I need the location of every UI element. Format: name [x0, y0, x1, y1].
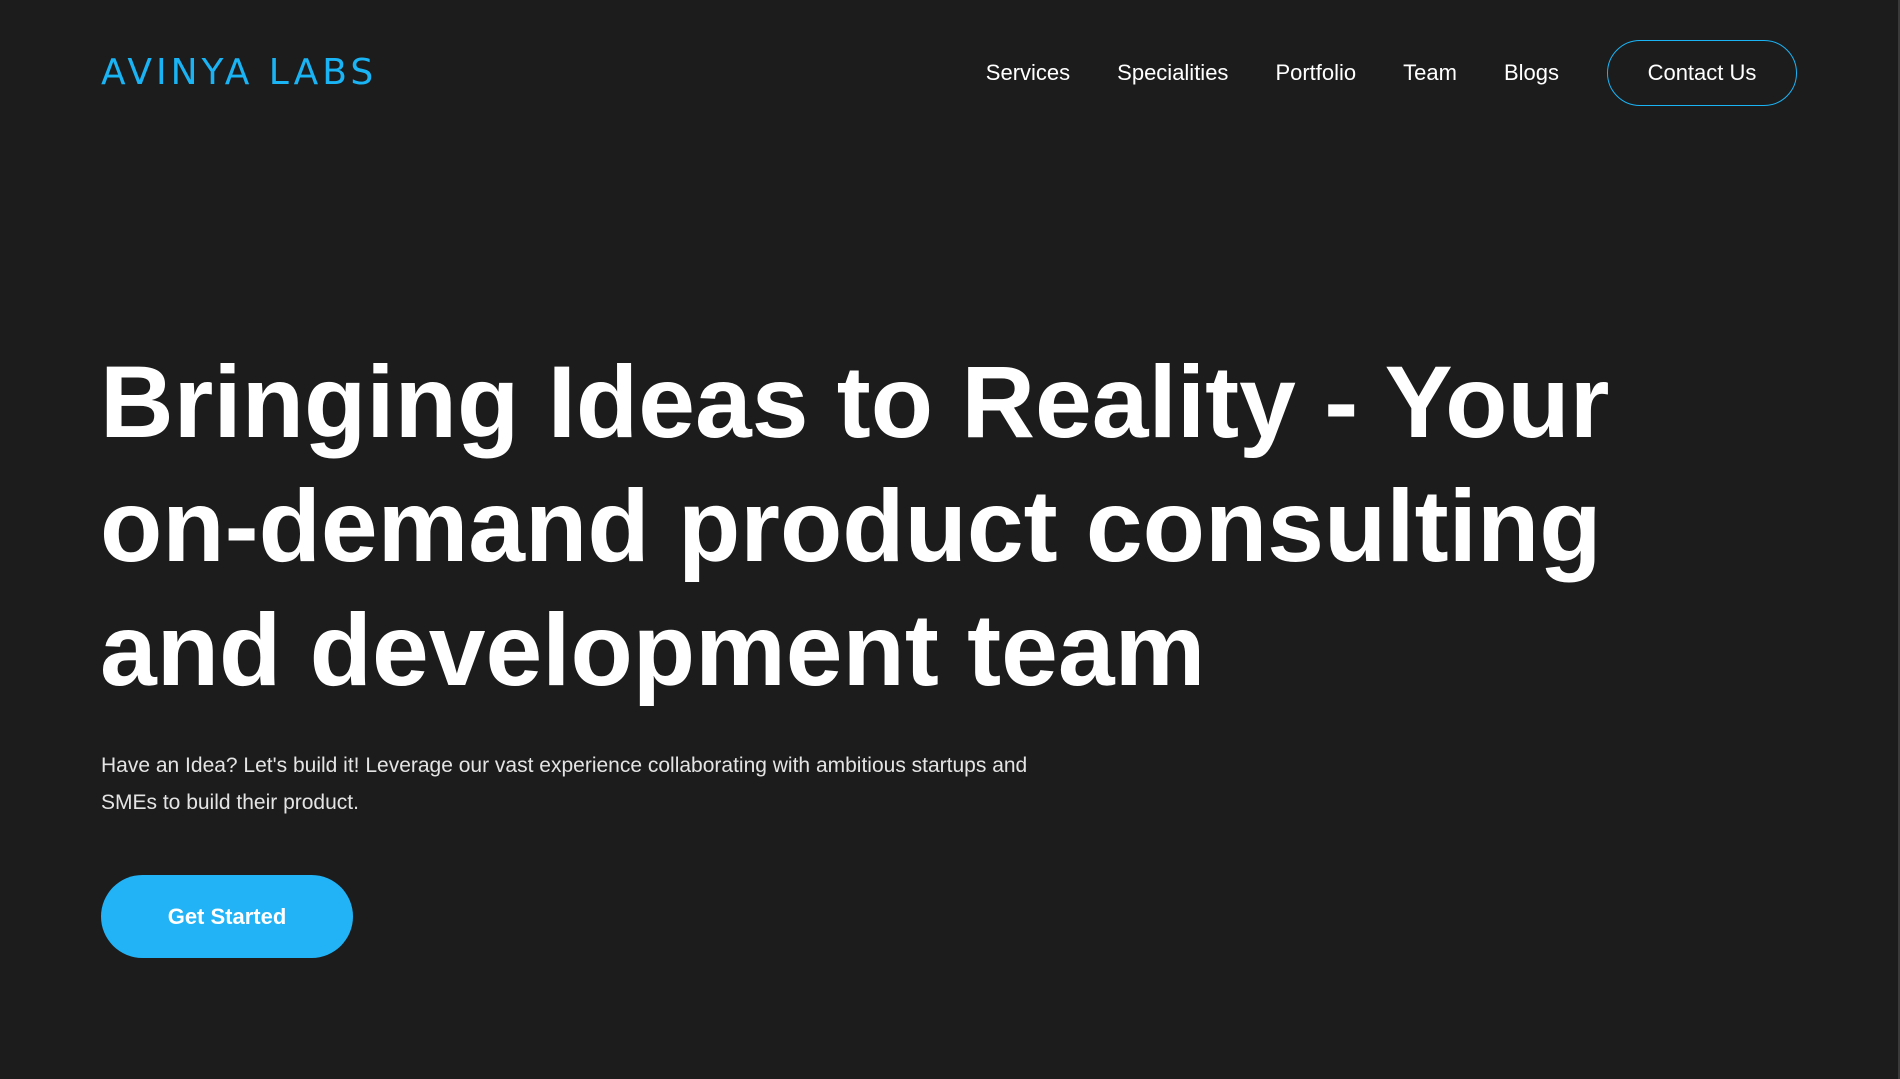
logo-link[interactable]: AVINYA LABS — [101, 55, 377, 91]
hero-title: Bringing Ideas to Reality - Your on-dema… — [100, 345, 1610, 707]
landing-page: AVINYA LABS Services Specialities Portfo… — [0, 0, 1900, 1079]
nav-link-team[interactable]: Team — [1403, 60, 1457, 86]
get-started-button[interactable]: Get Started — [101, 875, 353, 958]
site-header: AVINYA LABS Services Specialities Portfo… — [101, 40, 1797, 106]
contact-us-button[interactable]: Contact Us — [1607, 40, 1797, 106]
main-nav: Services Specialities Portfolio Team Blo… — [986, 40, 1797, 106]
nav-link-portfolio[interactable]: Portfolio — [1275, 60, 1356, 86]
brand-logo: AVINYA LABS — [101, 52, 378, 93]
nav-link-specialities[interactable]: Specialities — [1117, 60, 1228, 86]
hero-subtitle: Have an Idea? Let's build it! Leverage o… — [101, 754, 1028, 814]
nav-link-services[interactable]: Services — [986, 60, 1070, 86]
nav-link-blogs[interactable]: Blogs — [1504, 60, 1559, 86]
